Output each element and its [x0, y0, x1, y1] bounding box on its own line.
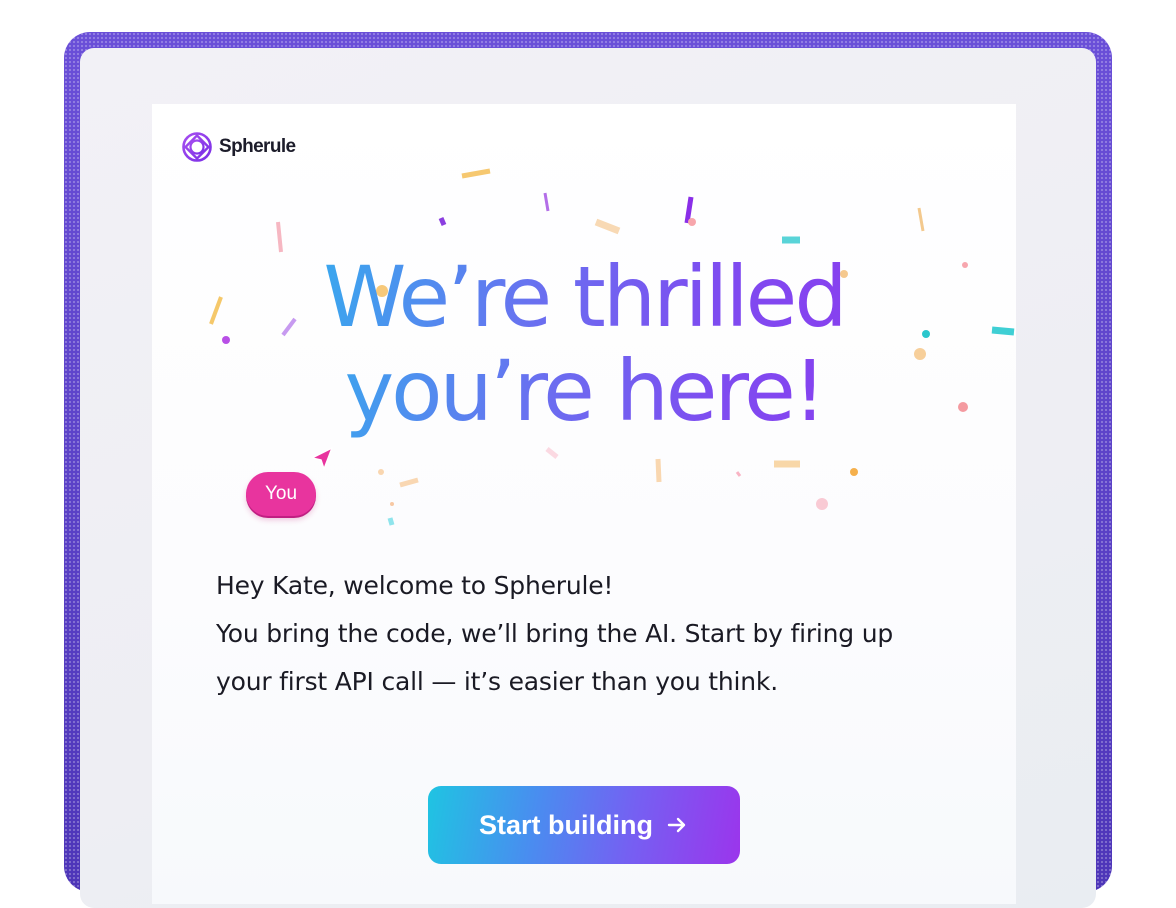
start-building-button[interactable]: Start building	[428, 786, 740, 864]
message-line-3: your first API call — it’s easier than y…	[216, 667, 778, 696]
frame-screen: Spherule We’re thrilled you’re here! You…	[80, 48, 1096, 908]
arrow-right-icon	[665, 813, 689, 837]
headline-line-2: you’re here!	[152, 344, 1016, 438]
message-line-2: You bring the code, we’ll bring the AI. …	[216, 619, 894, 648]
hero-headline: We’re thrilled you’re here!	[152, 250, 1016, 438]
cursor-pointer-icon	[311, 447, 333, 470]
start-building-label: Start building	[479, 809, 653, 840]
you-cursor-tag: You	[246, 472, 316, 516]
headline-line-1: We’re thrilled	[152, 250, 1016, 344]
greeting-line: Hey Kate, welcome to Spherule!	[216, 571, 614, 600]
welcome-message: Hey Kate, welcome to Spherule! You bring…	[216, 562, 976, 706]
welcome-email: Spherule We’re thrilled you’re here! You…	[152, 104, 1016, 904]
device-frame: Spherule We’re thrilled you’re here! You…	[64, 32, 1112, 908]
